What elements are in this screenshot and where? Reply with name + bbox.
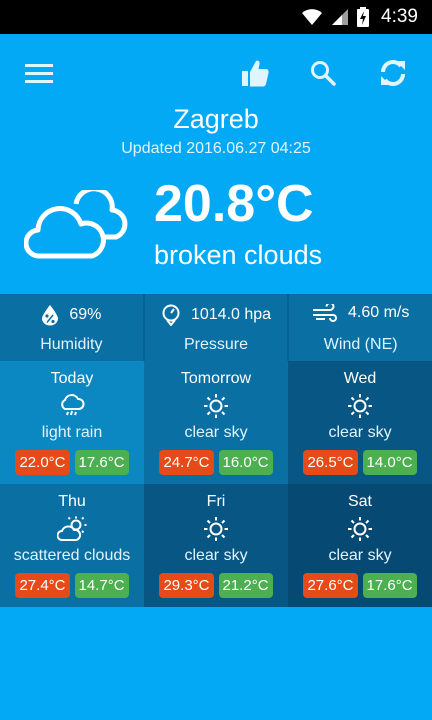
forecast-low-temp: 16.0°C [218, 450, 273, 475]
menu-button[interactable] [22, 56, 56, 90]
pressure-gauge-icon [162, 304, 180, 326]
forecast-low-temp: 17.6°C [362, 573, 417, 598]
status-bar: 4:39 [0, 0, 432, 34]
humidity-label: Humidity [40, 336, 103, 353]
sun-icon [348, 517, 372, 541]
forecast-day-name: Wed [343, 370, 377, 387]
forecast-high-temp: 27.4°C [15, 573, 70, 598]
thumbs-up-icon [242, 60, 269, 87]
pressure-value: 1014.0 hpa [190, 306, 272, 323]
wifi-icon [302, 9, 323, 25]
forecast-day-name: Tomorrow [180, 370, 252, 387]
wind-value: 4.60 m/s [348, 304, 410, 321]
forecast-day-name: Fri [206, 493, 226, 510]
forecast-low-temp: 14.7°C [74, 573, 129, 598]
sun-icon [204, 517, 228, 541]
wind-label: Wind (NE) [323, 336, 398, 353]
current-condition: broken clouds [154, 240, 323, 270]
search-icon [311, 61, 336, 86]
forecast-grid: Today light rain 22.0°C 17.6°C Tomorrow [0, 361, 432, 607]
forecast-condition: light rain [41, 424, 103, 441]
forecast-high-temp: 27.6°C [303, 573, 358, 598]
humidity-value: 69% [69, 306, 102, 323]
sun-icon [348, 394, 372, 418]
forecast-low-temp: 17.6°C [74, 450, 129, 475]
updated-timestamp: Updated 2016.06.27 04:25 [121, 140, 311, 157]
forecast-day-sat[interactable]: Sat clear sky 27.6°C 17.6°C [288, 484, 432, 607]
forecast-day-today[interactable]: Today light rain 22.0°C 17.6°C [0, 361, 144, 484]
pressure-stat: 1014.0 hpa Pressure [145, 294, 290, 361]
forecast-high-temp: 22.0°C [15, 450, 70, 475]
search-button[interactable] [306, 56, 340, 90]
refresh-button[interactable] [376, 56, 410, 90]
battery-icon [357, 7, 370, 27]
forecast-low-temp: 14.0°C [362, 450, 417, 475]
forecast-day-name: Today [50, 370, 94, 387]
forecast-low-temp: 21.2°C [218, 573, 273, 598]
pressure-label: Pressure [183, 336, 249, 353]
signal-icon [332, 9, 349, 25]
forecast-condition: clear sky [328, 424, 392, 441]
forecast-day-name: Thu [58, 493, 86, 510]
partly-cloudy-icon [57, 516, 87, 541]
weather-stats: 69% Humidity 1014.0 hpa Pressure 4.60 m/… [0, 294, 432, 361]
forecast-high-temp: 26.5°C [303, 450, 358, 475]
wind-icon [313, 304, 337, 322]
forecast-high-temp: 29.3°C [159, 573, 214, 598]
sun-icon [204, 394, 228, 418]
refresh-icon [381, 60, 405, 86]
forecast-day-tomorrow[interactable]: Tomorrow clear sky 24.7°C 16.0°C [144, 361, 288, 484]
forecast-day-fri[interactable]: Fri clear sky 29.3°C 21.2°C [144, 484, 288, 607]
forecast-day-thu[interactable]: Thu scattered clouds 27.4°C 14.7°C [0, 484, 144, 607]
hamburger-menu-icon [25, 64, 53, 83]
current-temperature: 20.8°C [154, 175, 314, 233]
cloud-icon [24, 190, 128, 259]
humidity-icon [42, 305, 59, 326]
like-button[interactable] [238, 56, 272, 90]
forecast-high-temp: 24.7°C [159, 450, 214, 475]
forecast-condition: clear sky [328, 547, 392, 564]
wind-stat: 4.60 m/s Wind (NE) [289, 294, 432, 361]
app-bar [0, 34, 432, 110]
forecast-condition: clear sky [184, 547, 248, 564]
forecast-day-wed[interactable]: Wed clear sky 26.5°C 14.0°C [288, 361, 432, 484]
humidity-stat: 69% Humidity [0, 294, 145, 361]
city-name: Zagreb [173, 104, 259, 134]
forecast-condition: clear sky [184, 424, 248, 441]
forecast-day-name: Sat [347, 493, 372, 510]
clock: 4:39 [381, 6, 418, 27]
forecast-condition: scattered clouds [13, 547, 131, 564]
rain-cloud-icon [61, 394, 85, 416]
